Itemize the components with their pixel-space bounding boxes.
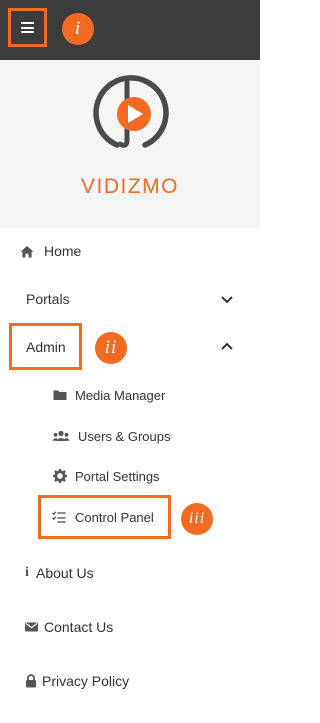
chevron-up-icon[interactable]: [220, 341, 234, 353]
chevron-down-icon[interactable]: [220, 293, 234, 305]
users-icon: [52, 430, 70, 442]
highlight-control-panel: [38, 495, 171, 539]
home-icon: [20, 245, 34, 258]
hamburger-icon: [21, 22, 34, 33]
menu-toggle-button[interactable]: [8, 8, 47, 47]
nav-item-label: Portals: [26, 291, 70, 307]
nav-item-label: Privacy Policy: [42, 673, 130, 689]
nav-item-portals[interactable]: Portals: [0, 282, 260, 316]
callout-badge-admin: ii: [95, 332, 127, 364]
lock-icon: [25, 674, 37, 688]
nav-item-about[interactable]: i About Us: [0, 556, 260, 590]
sidebar-header: VIDIZMO: [0, 60, 260, 228]
nav-item-media-manager[interactable]: Media Manager: [0, 378, 260, 412]
folder-icon: [53, 389, 67, 401]
nav-item-contact[interactable]: Contact Us: [0, 610, 260, 644]
vidizmo-logo-icon: [93, 75, 169, 148]
info-icon: i: [25, 565, 29, 580]
nav-item-privacy[interactable]: Privacy Policy: [0, 664, 260, 698]
nav-item-label: Home: [44, 243, 82, 259]
nav-item-home[interactable]: Home: [0, 234, 260, 268]
nav-item-label: Portal Settings: [75, 468, 160, 484]
nav-item-label: Contact Us: [44, 619, 114, 635]
top-bar: i: [0, 0, 260, 60]
gear-icon: [53, 469, 67, 483]
callout-badge-control-panel: iii: [181, 503, 213, 535]
nav-item-users-groups[interactable]: Users & Groups: [0, 419, 260, 453]
nav-item-portal-settings[interactable]: Portal Settings: [0, 459, 260, 493]
brand-name: VIDIZMO: [81, 175, 179, 198]
nav-item-label: Users & Groups: [78, 428, 171, 444]
envelope-icon: [25, 622, 38, 632]
highlight-admin: [9, 323, 82, 370]
nav-item-label: Media Manager: [75, 387, 166, 403]
callout-badge-menu: i: [62, 13, 94, 45]
nav-item-label: About Us: [36, 565, 94, 581]
